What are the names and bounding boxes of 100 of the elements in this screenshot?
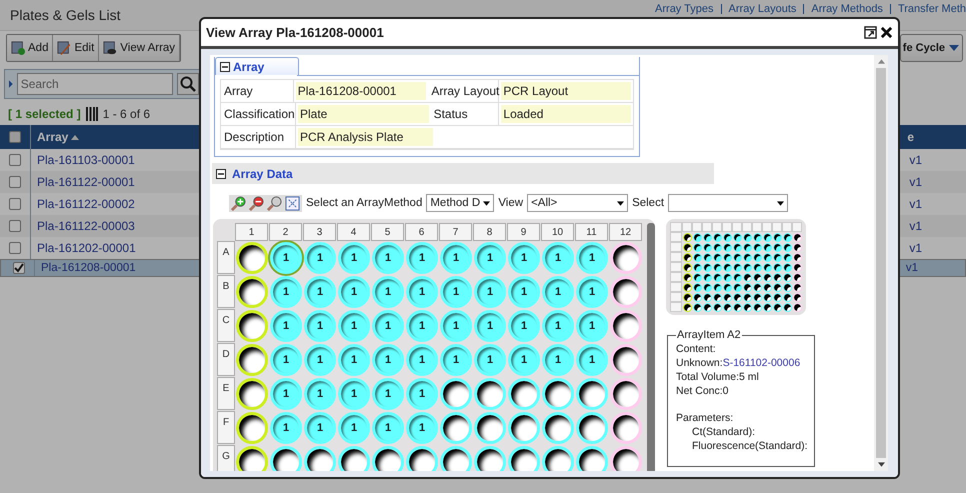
toolbar-button[interactable]: Edit — [53, 35, 100, 61]
well[interactable]: 1 — [576, 242, 608, 274]
toolbar-button[interactable]: View Array — [99, 35, 180, 61]
plate-overview[interactable] — [666, 219, 806, 315]
well[interactable] — [236, 378, 268, 410]
well[interactable]: 1 — [440, 276, 472, 308]
well[interactable] — [542, 378, 574, 410]
well[interactable] — [236, 242, 268, 274]
well[interactable] — [576, 446, 608, 471]
well[interactable]: 1 — [270, 276, 302, 308]
well[interactable]: 1 — [406, 310, 438, 342]
well[interactable]: 1 — [372, 344, 404, 376]
well[interactable] — [610, 310, 642, 342]
scroll-up-icon[interactable] — [878, 59, 884, 64]
well[interactable]: 1 — [372, 378, 404, 410]
nav-link[interactable]: Array Methods — [811, 3, 883, 15]
row-checkbox[interactable] — [9, 220, 21, 232]
well[interactable]: 1 — [576, 310, 608, 342]
search-field[interactable]: Search — [16, 73, 173, 95]
well[interactable]: 1 — [304, 412, 336, 444]
row-checkbox[interactable] — [9, 154, 21, 166]
well[interactable]: 1 — [406, 412, 438, 444]
well[interactable]: 1 — [372, 412, 404, 444]
well[interactable]: 1 — [440, 242, 472, 274]
popout-icon[interactable] — [864, 26, 877, 39]
plate-scrollbar[interactable] — [647, 223, 655, 471]
zoom-in-icon[interactable] — [231, 196, 246, 210]
well[interactable] — [610, 412, 642, 444]
well[interactable]: 1 — [304, 276, 336, 308]
well[interactable]: 1 — [372, 276, 404, 308]
well[interactable] — [610, 378, 642, 410]
well[interactable] — [474, 446, 506, 471]
well[interactable]: 1 — [474, 276, 506, 308]
well[interactable] — [610, 344, 642, 376]
row-checkbox[interactable] — [9, 176, 21, 188]
well[interactable] — [236, 310, 268, 342]
well[interactable]: 1 — [542, 276, 574, 308]
well[interactable]: 1 — [304, 378, 336, 410]
well[interactable]: 1 — [338, 344, 370, 376]
well[interactable]: 1 — [474, 344, 506, 376]
well[interactable]: 1 — [338, 412, 370, 444]
well[interactable] — [236, 446, 268, 471]
expand-icon[interactable] — [9, 80, 13, 88]
row-checkbox[interactable] — [9, 242, 21, 254]
well[interactable]: 1 — [508, 242, 540, 274]
well[interactable]: 1 — [304, 310, 336, 342]
well[interactable]: 1 — [372, 310, 404, 342]
well[interactable]: 1 — [406, 344, 438, 376]
collapse-icon[interactable] — [220, 62, 230, 72]
well[interactable]: 1 — [440, 310, 472, 342]
well[interactable]: 1 — [270, 378, 302, 410]
array-link[interactable]: Pla-161122-00002 — [31, 197, 135, 211]
well[interactable] — [304, 446, 336, 471]
well[interactable] — [610, 276, 642, 308]
well[interactable] — [542, 446, 574, 471]
well[interactable]: 1 — [576, 344, 608, 376]
collapse-icon[interactable] — [216, 168, 226, 178]
well[interactable]: 1 — [406, 276, 438, 308]
well[interactable] — [474, 378, 506, 410]
well[interactable]: 1 — [304, 344, 336, 376]
well[interactable]: 1 — [474, 310, 506, 342]
sample-link[interactable]: S-161102-00006 — [722, 357, 800, 369]
fit-icon[interactable] — [285, 196, 300, 210]
well[interactable]: 1 — [542, 310, 574, 342]
well[interactable]: 1 — [542, 242, 574, 274]
life-cycle-button[interactable]: fe Cycle — [900, 34, 963, 62]
well[interactable] — [610, 242, 642, 274]
well[interactable] — [542, 412, 574, 444]
column-header[interactable]: Array — [31, 130, 68, 144]
well[interactable]: 1 — [338, 310, 370, 342]
well[interactable] — [508, 378, 540, 410]
well[interactable]: 1 — [440, 344, 472, 376]
row-checkbox[interactable] — [9, 198, 21, 210]
select-all-checkbox[interactable] — [9, 131, 21, 143]
well[interactable]: 1 — [270, 242, 302, 274]
well[interactable]: 1 — [474, 242, 506, 274]
well[interactable] — [440, 412, 472, 444]
view-dropdown[interactable]: <All> — [527, 194, 628, 212]
well[interactable] — [236, 412, 268, 444]
nav-link[interactable]: Array Layouts — [728, 3, 796, 15]
well[interactable]: 1 — [406, 242, 438, 274]
well[interactable]: 1 — [338, 378, 370, 410]
scroll-down-icon[interactable] — [878, 462, 884, 467]
well[interactable] — [338, 446, 370, 471]
well[interactable] — [440, 378, 472, 410]
well[interactable] — [406, 446, 438, 471]
columns-icon[interactable] — [86, 107, 98, 121]
search-button[interactable] — [176, 73, 199, 95]
well[interactable]: 1 — [508, 344, 540, 376]
zoom-out-icon[interactable] — [249, 196, 264, 210]
well[interactable]: 1 — [338, 242, 370, 274]
well[interactable]: 1 — [270, 344, 302, 376]
well[interactable]: 1 — [372, 242, 404, 274]
section-tab[interactable]: Array — [215, 57, 299, 75]
well[interactable]: 1 — [508, 310, 540, 342]
array-link[interactable]: Pla-161208-00001 — [35, 262, 136, 274]
nav-link[interactable]: Array Types — [655, 3, 714, 15]
well[interactable] — [508, 412, 540, 444]
method-dropdown[interactable]: Method D — [426, 194, 494, 212]
well[interactable] — [236, 276, 268, 308]
